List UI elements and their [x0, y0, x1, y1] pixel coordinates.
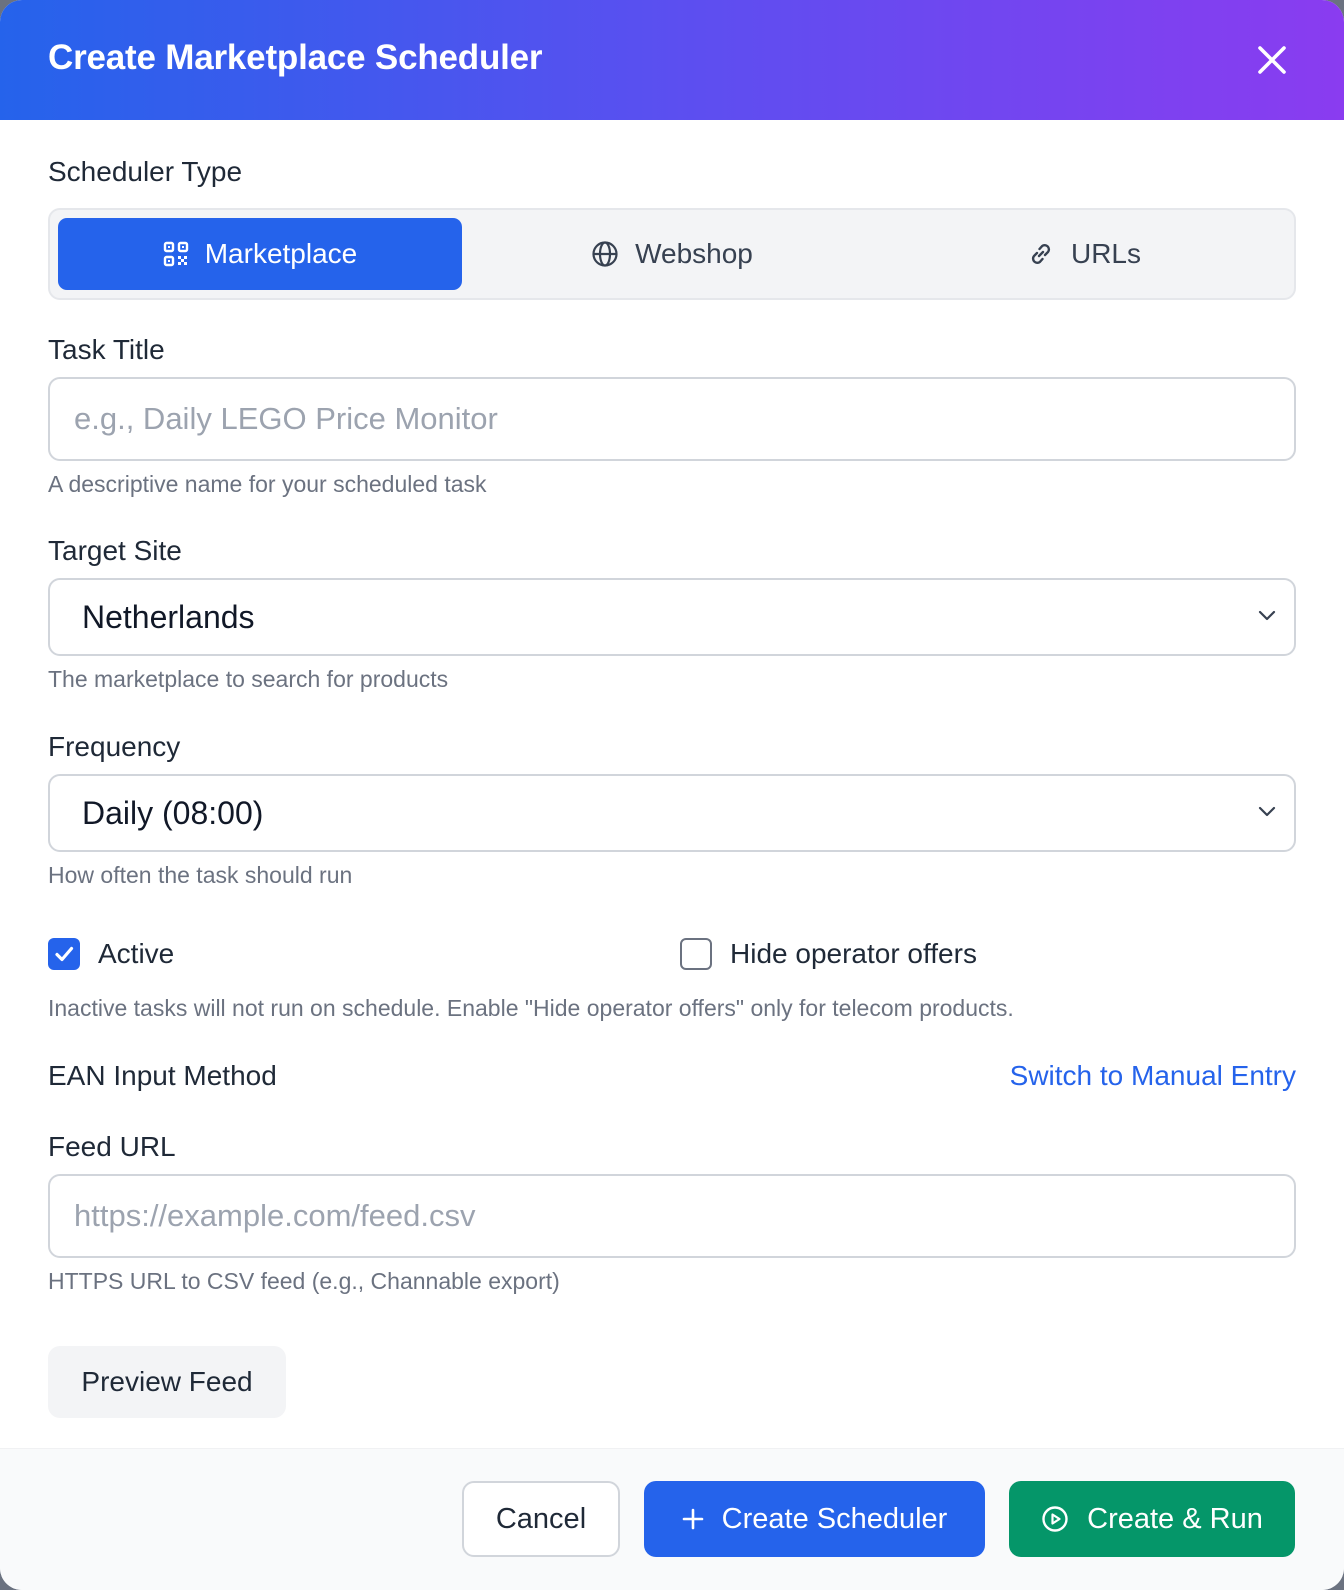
chevron-down-icon — [1258, 806, 1276, 817]
feed-url-placeholder: https://example.com/feed.csv — [74, 1198, 476, 1233]
create-and-run-button[interactable]: Create & Run — [1009, 1481, 1295, 1557]
target-site-value: Netherlands — [82, 598, 255, 635]
modal-title: Create Marketplace Scheduler — [48, 38, 543, 77]
link-icon — [1031, 244, 1051, 264]
scheduler-type-label: Scheduler Type — [48, 156, 243, 187]
task-title-label: Task Title — [48, 334, 165, 365]
tab-urls[interactable]: URLs — [882, 218, 1286, 290]
tab-webshop-label: Webshop — [635, 238, 753, 269]
plus-icon — [682, 1508, 703, 1530]
hide-operator-offers-label: Hide operator offers — [730, 938, 977, 969]
active-option: Active — [48, 938, 174, 970]
cancel-button-label: Cancel — [495, 1502, 587, 1535]
tab-marketplace-label: Marketplace — [204, 238, 358, 269]
hide-operator-offers-checkbox[interactable] — [680, 938, 712, 970]
target-site-label: Target Site — [48, 535, 182, 566]
close-icon — [1258, 46, 1286, 74]
cancel-button[interactable]: Cancel — [462, 1481, 620, 1557]
modal-header: Create Marketplace Scheduler — [0, 0, 1344, 120]
frequency-help: How often the task should run — [48, 862, 353, 888]
frequency-value: Daily (08:00) — [82, 794, 264, 831]
ean-input-method-label: EAN Input Method — [48, 1060, 277, 1091]
task-title-input[interactable]: e.g., Daily LEGO Price Monitor — [48, 377, 1296, 461]
create-scheduler-modal: Create Marketplace Scheduler Scheduler T… — [0, 0, 1344, 1590]
task-title-help: A descriptive name for your scheduled ta… — [48, 471, 487, 497]
tab-urls-label: URLs — [1070, 238, 1141, 269]
qr-grid-icon — [163, 241, 188, 267]
create-and-run-label: Create & Run — [1087, 1502, 1263, 1535]
tab-marketplace[interactable]: Marketplace — [58, 218, 462, 290]
options-help: Inactive tasks will not run on schedule.… — [48, 995, 1014, 1021]
create-scheduler-label: Create Scheduler — [721, 1502, 948, 1535]
switch-to-manual-entry-link[interactable]: Switch to Manual Entry — [1010, 1060, 1296, 1092]
hide-operator-offers-option: Hide operator offers — [680, 938, 977, 970]
scheduler-type-selector: Marketplace Webshop URLs — [48, 208, 1296, 300]
preview-feed-button[interactable]: Preview Feed — [48, 1346, 286, 1418]
active-checkbox[interactable] — [48, 938, 80, 970]
checkmark-icon — [55, 946, 74, 962]
modal-footer: Cancel Create Scheduler Create & Run — [0, 1448, 1344, 1590]
feed-url-help: HTTPS URL to CSV feed (e.g., Channable e… — [48, 1268, 560, 1294]
target-site-select[interactable]: Netherlands — [48, 578, 1296, 656]
task-title-placeholder: e.g., Daily LEGO Price Monitor — [74, 401, 498, 436]
close-button[interactable] — [1248, 36, 1296, 84]
globe-icon — [592, 241, 618, 267]
tab-webshop[interactable]: Webshop — [470, 218, 874, 290]
chevron-down-icon — [1258, 610, 1276, 621]
active-label: Active — [98, 938, 175, 969]
target-site-help: The marketplace to search for products — [48, 666, 449, 692]
create-scheduler-button[interactable]: Create Scheduler — [644, 1481, 985, 1557]
frequency-label: Frequency — [48, 731, 181, 762]
feed-url-input[interactable]: https://example.com/feed.csv — [48, 1174, 1296, 1258]
feed-url-label: Feed URL — [48, 1131, 176, 1162]
frequency-select[interactable]: Daily (08:00) — [48, 774, 1296, 852]
play-circle-icon — [1042, 1506, 1068, 1532]
